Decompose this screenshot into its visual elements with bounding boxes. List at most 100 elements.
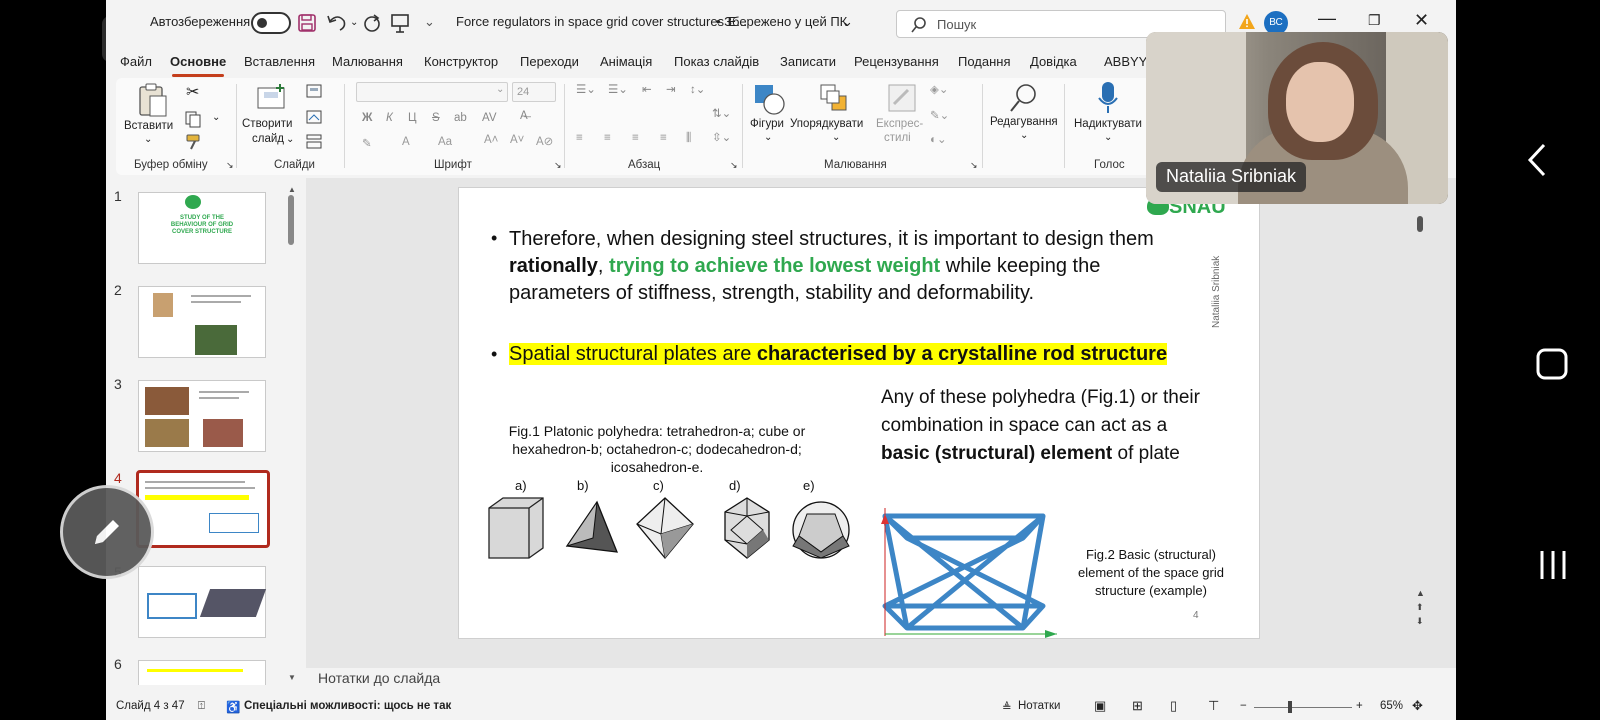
save-status[interactable]: • Збережено у цей ПК [716,14,847,29]
spellcheck-icon[interactable]: ⍐ [198,700,205,713]
align-left-button[interactable]: ≡ [576,132,583,144]
layout-icon[interactable] [306,84,326,100]
justify-button[interactable]: ≡ [660,132,667,144]
shape-outline-button[interactable]: ✎⌄ [930,108,949,122]
save-status-chevron-icon[interactable]: ⌄ [842,14,853,30]
shape-effects-button[interactable]: ◐⌄ [930,132,947,146]
font-size-box[interactable]: 24 [512,82,556,102]
italic-button[interactable]: К [386,112,393,124]
slide-thumbnail-6[interactable] [138,660,266,685]
indent-decrease-button[interactable]: ⇤ [642,82,652,96]
arrange-button[interactable]: Упорядкувати [790,118,863,130]
document-title[interactable]: Force regulators in space grid cover str… [456,14,747,29]
warning-icon[interactable] [1238,13,1256,31]
tab-slideshow[interactable]: Показ слайдів [674,54,759,69]
notes-pane[interactable]: Нотатки до слайда [306,668,1456,688]
tab-animations[interactable]: Анімація [600,54,652,69]
normal-view-icon[interactable]: ▣ [1094,698,1106,714]
accessibility-status[interactable]: Спеціальні можливості: щось не так [244,700,451,712]
find-icon[interactable] [1008,82,1038,114]
dictate-button[interactable]: Надиктувати [1074,118,1142,130]
format-clear-button[interactable]: A⊘ [536,134,553,148]
video-call-tile[interactable]: Nataliia Sribniak [1146,32,1448,204]
spacing-button[interactable]: AV [482,112,497,124]
save-icon[interactable] [298,14,316,32]
shape-fill-button[interactable]: ◈⌄ [930,82,948,96]
paste-button[interactable]: Вставити [124,120,173,132]
quick-styles-icon[interactable] [886,82,918,114]
grow-font-button[interactable]: A˄ [484,134,498,146]
slide-thumbnail-5[interactable] [138,566,267,638]
zoom-level[interactable]: 65% [1380,700,1403,712]
quick-styles-button[interactable]: Експрес- [876,118,923,130]
align-center-button[interactable]: ≡ [604,132,611,144]
editing-button[interactable]: Редагування [990,116,1058,128]
clear-format-button[interactable]: A̶ [520,110,528,122]
cut-icon[interactable]: ✂ [186,82,199,102]
tab-home[interactable]: Основне [170,54,226,69]
format-painter-icon[interactable] [186,134,204,150]
numbering-button[interactable]: ☰⌄ [608,82,628,96]
change-case-button[interactable]: Aa [438,136,452,148]
paste-icon[interactable] [136,82,168,118]
notes-toggle[interactable]: Нотатки [1018,700,1060,712]
line-spacing-button[interactable]: ↕⌄ [690,82,705,96]
notes-icon[interactable]: ≜ [1002,700,1012,714]
font-color-button[interactable]: A [402,136,410,148]
reading-view-icon[interactable]: ▯ [1170,698,1177,714]
zoom-slider-thumb[interactable] [1288,701,1292,713]
annotate-button[interactable] [60,485,154,579]
tab-file[interactable]: Файл [120,54,152,69]
zoom-out-button[interactable]: − [1240,700,1247,712]
recent-apps-icon[interactable] [1536,548,1570,582]
underline-button[interactable]: Ц [408,112,417,124]
undo-icon[interactable] [326,13,348,33]
zoom-slider[interactable] [1254,707,1352,708]
align-text-button[interactable]: ⇳⌄ [712,130,731,144]
align-right-button[interactable]: ≡ [632,132,639,144]
shapes-icon[interactable] [752,82,786,116]
tab-design[interactable]: Конструктор [424,54,498,69]
autosave-toggle[interactable] [251,12,291,34]
tab-view[interactable]: Подання [958,54,1011,69]
tab-insert[interactable]: Вставлення [244,54,315,69]
home-square-icon[interactable] [1535,347,1569,381]
dictate-microphone-icon[interactable] [1096,80,1120,116]
bullets-button[interactable]: ☰⌄ [576,82,596,96]
strike-button[interactable]: S [432,112,440,124]
columns-button[interactable]: ⫼ [686,132,691,145]
shapes-button[interactable]: Фігури [750,118,784,130]
thumbnails-scrollbar[interactable]: ▲ ▼ [286,185,298,685]
slide-4[interactable]: SNAU • Therefore, when designing steel s… [458,187,1260,639]
minimize-icon[interactable]: — [1318,8,1336,29]
slide-thumbnail-2[interactable] [138,286,266,358]
tab-review[interactable]: Рецензування [854,54,939,69]
back-chevron-icon[interactable] [1526,142,1550,178]
tab-record[interactable]: Записати [780,54,836,69]
section-icon[interactable] [306,134,326,150]
copy-icon[interactable] [184,110,202,128]
text-direction-button[interactable]: ⇅⌄ [712,106,731,120]
close-icon[interactable]: ✕ [1414,10,1429,31]
indent-increase-button[interactable]: ⇥ [666,82,676,96]
customize-toolbar-arrow[interactable]: ⌄ [424,14,435,30]
bold-button[interactable]: Ж [362,112,372,124]
slide-thumbnail-3[interactable] [138,380,266,452]
highlight-button[interactable]: ✎ [362,136,372,150]
tab-draw[interactable]: Малювання [332,54,403,69]
arrange-icon[interactable] [818,82,852,116]
zoom-in-button[interactable]: + [1356,700,1363,712]
canvas-scrollbar[interactable]: ▲ ⬆ ⬇ [1416,210,1425,630]
tab-transitions[interactable]: Переходи [520,54,579,69]
new-slide-button[interactable]: Створити [242,118,292,130]
char-spacing-button[interactable]: ab [454,112,467,124]
redo-icon[interactable] [362,13,382,33]
tab-help[interactable]: Довідка [1030,54,1077,69]
new-slide-icon[interactable] [256,84,288,112]
slide-sorter-icon[interactable]: ⊞ [1132,698,1143,714]
font-name-box[interactable] [356,82,508,102]
shrink-font-button[interactable]: A˅ [510,134,524,146]
slideshow-icon[interactable]: ⊤ [1208,698,1219,714]
reset-slide-icon[interactable] [306,110,326,126]
slide-thumbnail-1[interactable]: STUDY OF THE BEHAVIOUR OF GRID COVER STRUC… [138,192,266,264]
